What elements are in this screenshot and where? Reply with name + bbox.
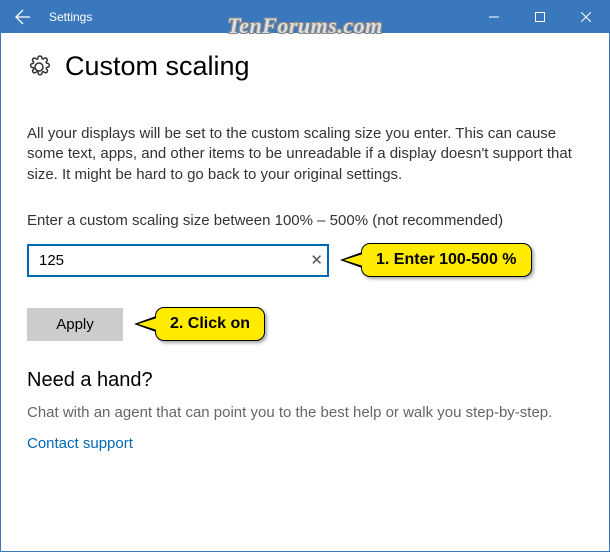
window-controls: [471, 1, 609, 33]
description-text: All your displays will be set to the cus…: [27, 124, 583, 185]
content-area: Custom scaling All your displays will be…: [1, 33, 609, 453]
page-header: Custom scaling: [27, 51, 583, 82]
close-icon: [581, 12, 591, 22]
minimize-button[interactable]: [471, 1, 517, 33]
maximize-icon: [535, 12, 545, 22]
gear-icon: [27, 55, 51, 79]
minimize-icon: [489, 12, 499, 22]
back-button[interactable]: [1, 1, 45, 33]
callout-step-2: 2. Click on: [155, 307, 265, 341]
close-button[interactable]: [563, 1, 609, 33]
apply-button[interactable]: Apply: [27, 308, 123, 341]
input-row: ✕ 1. Enter 100-500 %: [27, 243, 583, 277]
scaling-field-label: Enter a custom scaling size between 100%…: [27, 211, 583, 231]
help-text: Chat with an agent that can point you to…: [27, 404, 583, 421]
callout-step-1: 1. Enter 100-500 %: [361, 243, 532, 277]
titlebar: Settings: [1, 1, 609, 33]
scaling-input[interactable]: [27, 244, 329, 277]
maximize-button[interactable]: [517, 1, 563, 33]
page-title: Custom scaling: [65, 51, 250, 82]
help-heading: Need a hand?: [27, 369, 583, 392]
apply-row: Apply 2. Click on: [27, 307, 583, 341]
contact-support-link[interactable]: Contact support: [27, 435, 133, 452]
settings-window: Settings TenForums.com Custom scaling Al…: [0, 0, 610, 552]
back-arrow-icon: [15, 9, 31, 25]
clear-input-button[interactable]: ✕: [310, 251, 323, 269]
window-title: Settings: [49, 10, 92, 24]
scaling-input-wrap: ✕: [27, 244, 329, 277]
